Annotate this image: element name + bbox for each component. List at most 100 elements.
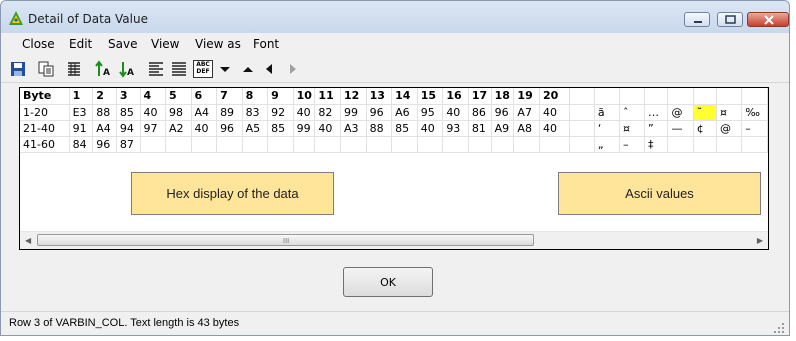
ascii-cell[interactable]: @ — [667, 104, 694, 121]
ascii-cell[interactable]: … — [644, 104, 669, 121]
ascii-cell[interactable]: „ — [594, 136, 620, 153]
menu-save[interactable]: Save — [108, 37, 137, 51]
hex-cell[interactable] — [140, 136, 166, 153]
hex-cell[interactable] — [267, 136, 294, 153]
hex-cell[interactable] — [391, 136, 418, 153]
menu-view[interactable]: View — [151, 37, 179, 51]
hex-cell[interactable]: 84 — [69, 136, 94, 153]
align-left-icon[interactable] — [147, 60, 165, 78]
dropdown-triangle-icon[interactable] — [216, 60, 234, 78]
hex-cell[interactable]: 99 — [340, 104, 367, 121]
hex-cell[interactable]: A4 — [92, 120, 117, 137]
hex-cell[interactable]: 93 — [442, 120, 469, 137]
abc-def-icon[interactable]: ABC DEF — [193, 60, 213, 78]
hex-cell[interactable]: 83 — [242, 104, 269, 121]
hex-cell[interactable]: 87 — [116, 136, 141, 153]
hex-cell[interactable]: 94 — [116, 120, 141, 137]
hex-cell[interactable] — [242, 136, 269, 153]
sort-descending-icon[interactable]: A — [118, 60, 136, 78]
hex-cell[interactable]: 96 — [92, 136, 117, 153]
hex-cell[interactable]: 96 — [491, 104, 515, 121]
hex-cell[interactable]: A5 — [242, 120, 269, 137]
right-triangle-icon[interactable] — [284, 60, 302, 78]
ascii-cell-highlighted[interactable]: ˜ — [693, 104, 717, 121]
ascii-cell[interactable] — [693, 136, 717, 153]
ok-button[interactable]: OK — [343, 267, 433, 297]
ascii-cell[interactable]: — — [667, 120, 694, 137]
hex-cell[interactable]: 98 — [165, 104, 192, 121]
horizontal-scrollbar[interactable]: ◀ III ▶ — [20, 231, 768, 249]
hex-cell[interactable]: 40 — [140, 104, 166, 121]
ascii-cell[interactable]: ‰ — [741, 104, 768, 121]
hex-cell[interactable] — [468, 136, 492, 153]
hex-cell[interactable] — [539, 136, 571, 153]
resize-grip-icon[interactable] — [773, 322, 785, 334]
hex-cell[interactable]: 81 — [468, 120, 492, 137]
ascii-cell[interactable]: @ — [716, 120, 743, 137]
table-row[interactable]: 41-60 84 96 87 „ – ‡ — [20, 136, 768, 153]
minimize-button[interactable] — [684, 12, 710, 27]
hex-cell[interactable]: 95 — [417, 104, 444, 121]
maximize-button[interactable] — [717, 12, 743, 27]
hex-cell[interactable] — [366, 136, 393, 153]
ascii-cell[interactable] — [741, 136, 768, 153]
hex-cell[interactable]: A4 — [191, 104, 218, 121]
ascii-cell[interactable] — [667, 136, 694, 153]
hex-cell[interactable]: 91 — [69, 120, 94, 137]
hex-cell[interactable] — [191, 136, 218, 153]
hex-cell[interactable]: 40 — [442, 104, 469, 121]
ascii-cell[interactable]: ˆ — [619, 104, 646, 121]
hex-cell[interactable]: A7 — [513, 104, 540, 121]
hex-cell[interactable]: 92 — [267, 104, 294, 121]
ascii-cell[interactable]: ¤ — [619, 120, 646, 137]
ascii-cell[interactable]: ” — [644, 120, 669, 137]
data-grid[interactable]: Byte 1 2 3 4 5 6 7 8 9 10 11 12 13 14 15… — [19, 87, 769, 250]
ascii-cell[interactable] — [716, 136, 743, 153]
menu-edit[interactable]: Edit — [69, 37, 92, 51]
hex-cell[interactable]: A3 — [340, 120, 367, 137]
hex-cell[interactable]: 85 — [391, 120, 418, 137]
hex-cell[interactable] — [293, 136, 316, 153]
sort-ascending-icon[interactable]: A — [94, 60, 112, 78]
menu-font[interactable]: Font — [253, 37, 279, 51]
hex-cell[interactable]: 85 — [267, 120, 294, 137]
hex-cell[interactable]: 40 — [417, 120, 444, 137]
hex-cell[interactable]: E3 — [69, 104, 94, 121]
hex-cell[interactable]: 89 — [216, 104, 243, 121]
close-window-button[interactable] — [747, 12, 789, 27]
hex-cell[interactable]: 97 — [140, 120, 166, 137]
ascii-cell[interactable]: ‡ — [644, 136, 669, 153]
hex-cell[interactable] — [165, 136, 192, 153]
hex-cell[interactable] — [417, 136, 444, 153]
hex-cell[interactable]: 40 — [191, 120, 218, 137]
hex-cell[interactable]: 99 — [293, 120, 316, 137]
ascii-cell[interactable]: ¤ — [716, 104, 743, 121]
ascii-cell[interactable]: – — [741, 120, 768, 137]
ascii-cell[interactable]: ¢ — [693, 120, 717, 137]
hex-cell[interactable]: 86 — [468, 104, 492, 121]
ascii-cell[interactable]: ã — [594, 104, 620, 121]
save-icon[interactable] — [9, 60, 27, 78]
hex-cell[interactable]: A9 — [491, 120, 515, 137]
hex-cell[interactable]: 88 — [366, 120, 393, 137]
hex-cell[interactable]: 85 — [116, 104, 141, 121]
ascii-cell[interactable]: ‘ — [594, 120, 620, 137]
hex-cell[interactable] — [513, 136, 540, 153]
left-triangle-icon[interactable] — [260, 60, 278, 78]
align-justify-icon[interactable] — [170, 60, 188, 78]
columns-icon[interactable] — [65, 60, 83, 78]
hex-cell[interactable]: 96 — [366, 104, 393, 121]
hex-cell[interactable]: 40 — [539, 120, 571, 137]
scroll-left-icon[interactable]: ◀ — [25, 236, 31, 245]
hex-cell[interactable] — [340, 136, 367, 153]
hex-cell[interactable] — [442, 136, 469, 153]
hex-cell[interactable]: 40 — [314, 120, 341, 137]
menu-close[interactable]: Close — [22, 37, 55, 51]
copy-icon[interactable] — [37, 60, 55, 78]
hex-cell[interactable]: 40 — [539, 104, 571, 121]
hex-cell[interactable]: 40 — [293, 104, 316, 121]
table-row[interactable]: 21-40 91 A4 94 97 A2 40 96 A5 85 99 40 A… — [20, 120, 768, 137]
hex-cell[interactable]: A2 — [165, 120, 192, 137]
scroll-right-icon[interactable]: ▶ — [757, 236, 763, 245]
hex-cell[interactable]: A8 — [513, 120, 540, 137]
